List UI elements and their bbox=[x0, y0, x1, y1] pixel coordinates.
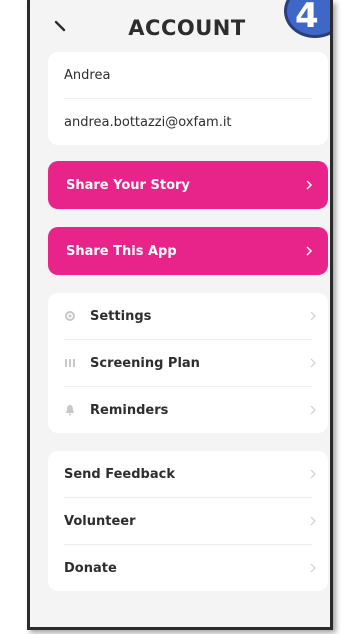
menu-item-label: Donate bbox=[64, 560, 117, 576]
menu-item-send-feedback[interactable]: Send Feedback bbox=[64, 451, 316, 498]
chevron-right-icon bbox=[310, 311, 316, 321]
chevron-right-icon bbox=[306, 246, 313, 256]
menu-item-settings[interactable]: Settings bbox=[64, 293, 316, 340]
menu-item-reminders[interactable]: Reminders bbox=[64, 387, 316, 433]
share-this-app-label: Share This App bbox=[66, 243, 177, 259]
chevron-right-icon bbox=[310, 516, 316, 526]
profile-email: andrea.bottazzi@oxfam.it bbox=[64, 114, 232, 130]
menu-item-screening-plan[interactable]: Screening Plan bbox=[64, 340, 316, 387]
share-your-story-label: Share Your Story bbox=[66, 177, 190, 193]
share-your-story-button[interactable]: Share Your Story bbox=[48, 161, 328, 209]
menu-item-volunteer[interactable]: Volunteer bbox=[64, 498, 316, 545]
support-menu-card: Send Feedback Volunteer Donate bbox=[48, 451, 328, 591]
chevron-right-icon bbox=[310, 469, 316, 479]
profile-email-row: andrea.bottazzi@oxfam.it bbox=[64, 99, 312, 145]
menu-item-label: Volunteer bbox=[64, 513, 136, 529]
chevron-right-icon bbox=[310, 563, 316, 573]
chevron-right-icon bbox=[310, 358, 316, 368]
menu-item-label: Send Feedback bbox=[64, 466, 175, 482]
settings-menu-card: Settings Screening Plan Reminders bbox=[48, 293, 328, 433]
menu-item-label: Settings bbox=[90, 308, 152, 324]
profile-card: Andrea andrea.bottazzi@oxfam.it bbox=[48, 52, 328, 145]
profile-name-row: Andrea bbox=[64, 52, 312, 99]
share-this-app-button[interactable]: Share This App bbox=[48, 227, 328, 275]
menu-item-donate[interactable]: Donate bbox=[64, 545, 316, 591]
gear-icon bbox=[65, 311, 75, 321]
menu-item-label: Reminders bbox=[90, 402, 169, 418]
menu-item-label: Screening Plan bbox=[90, 355, 200, 371]
bell-icon bbox=[66, 405, 74, 416]
map-icon bbox=[65, 359, 75, 367]
chevron-right-icon bbox=[306, 180, 313, 190]
header: ACCOUNT 4 bbox=[30, 0, 330, 56]
chevron-right-icon bbox=[310, 405, 316, 415]
profile-name: Andrea bbox=[64, 67, 111, 83]
phone-screen: ACCOUNT 4 Andrea andrea.bottazzi@oxfam.i… bbox=[27, 0, 333, 630]
